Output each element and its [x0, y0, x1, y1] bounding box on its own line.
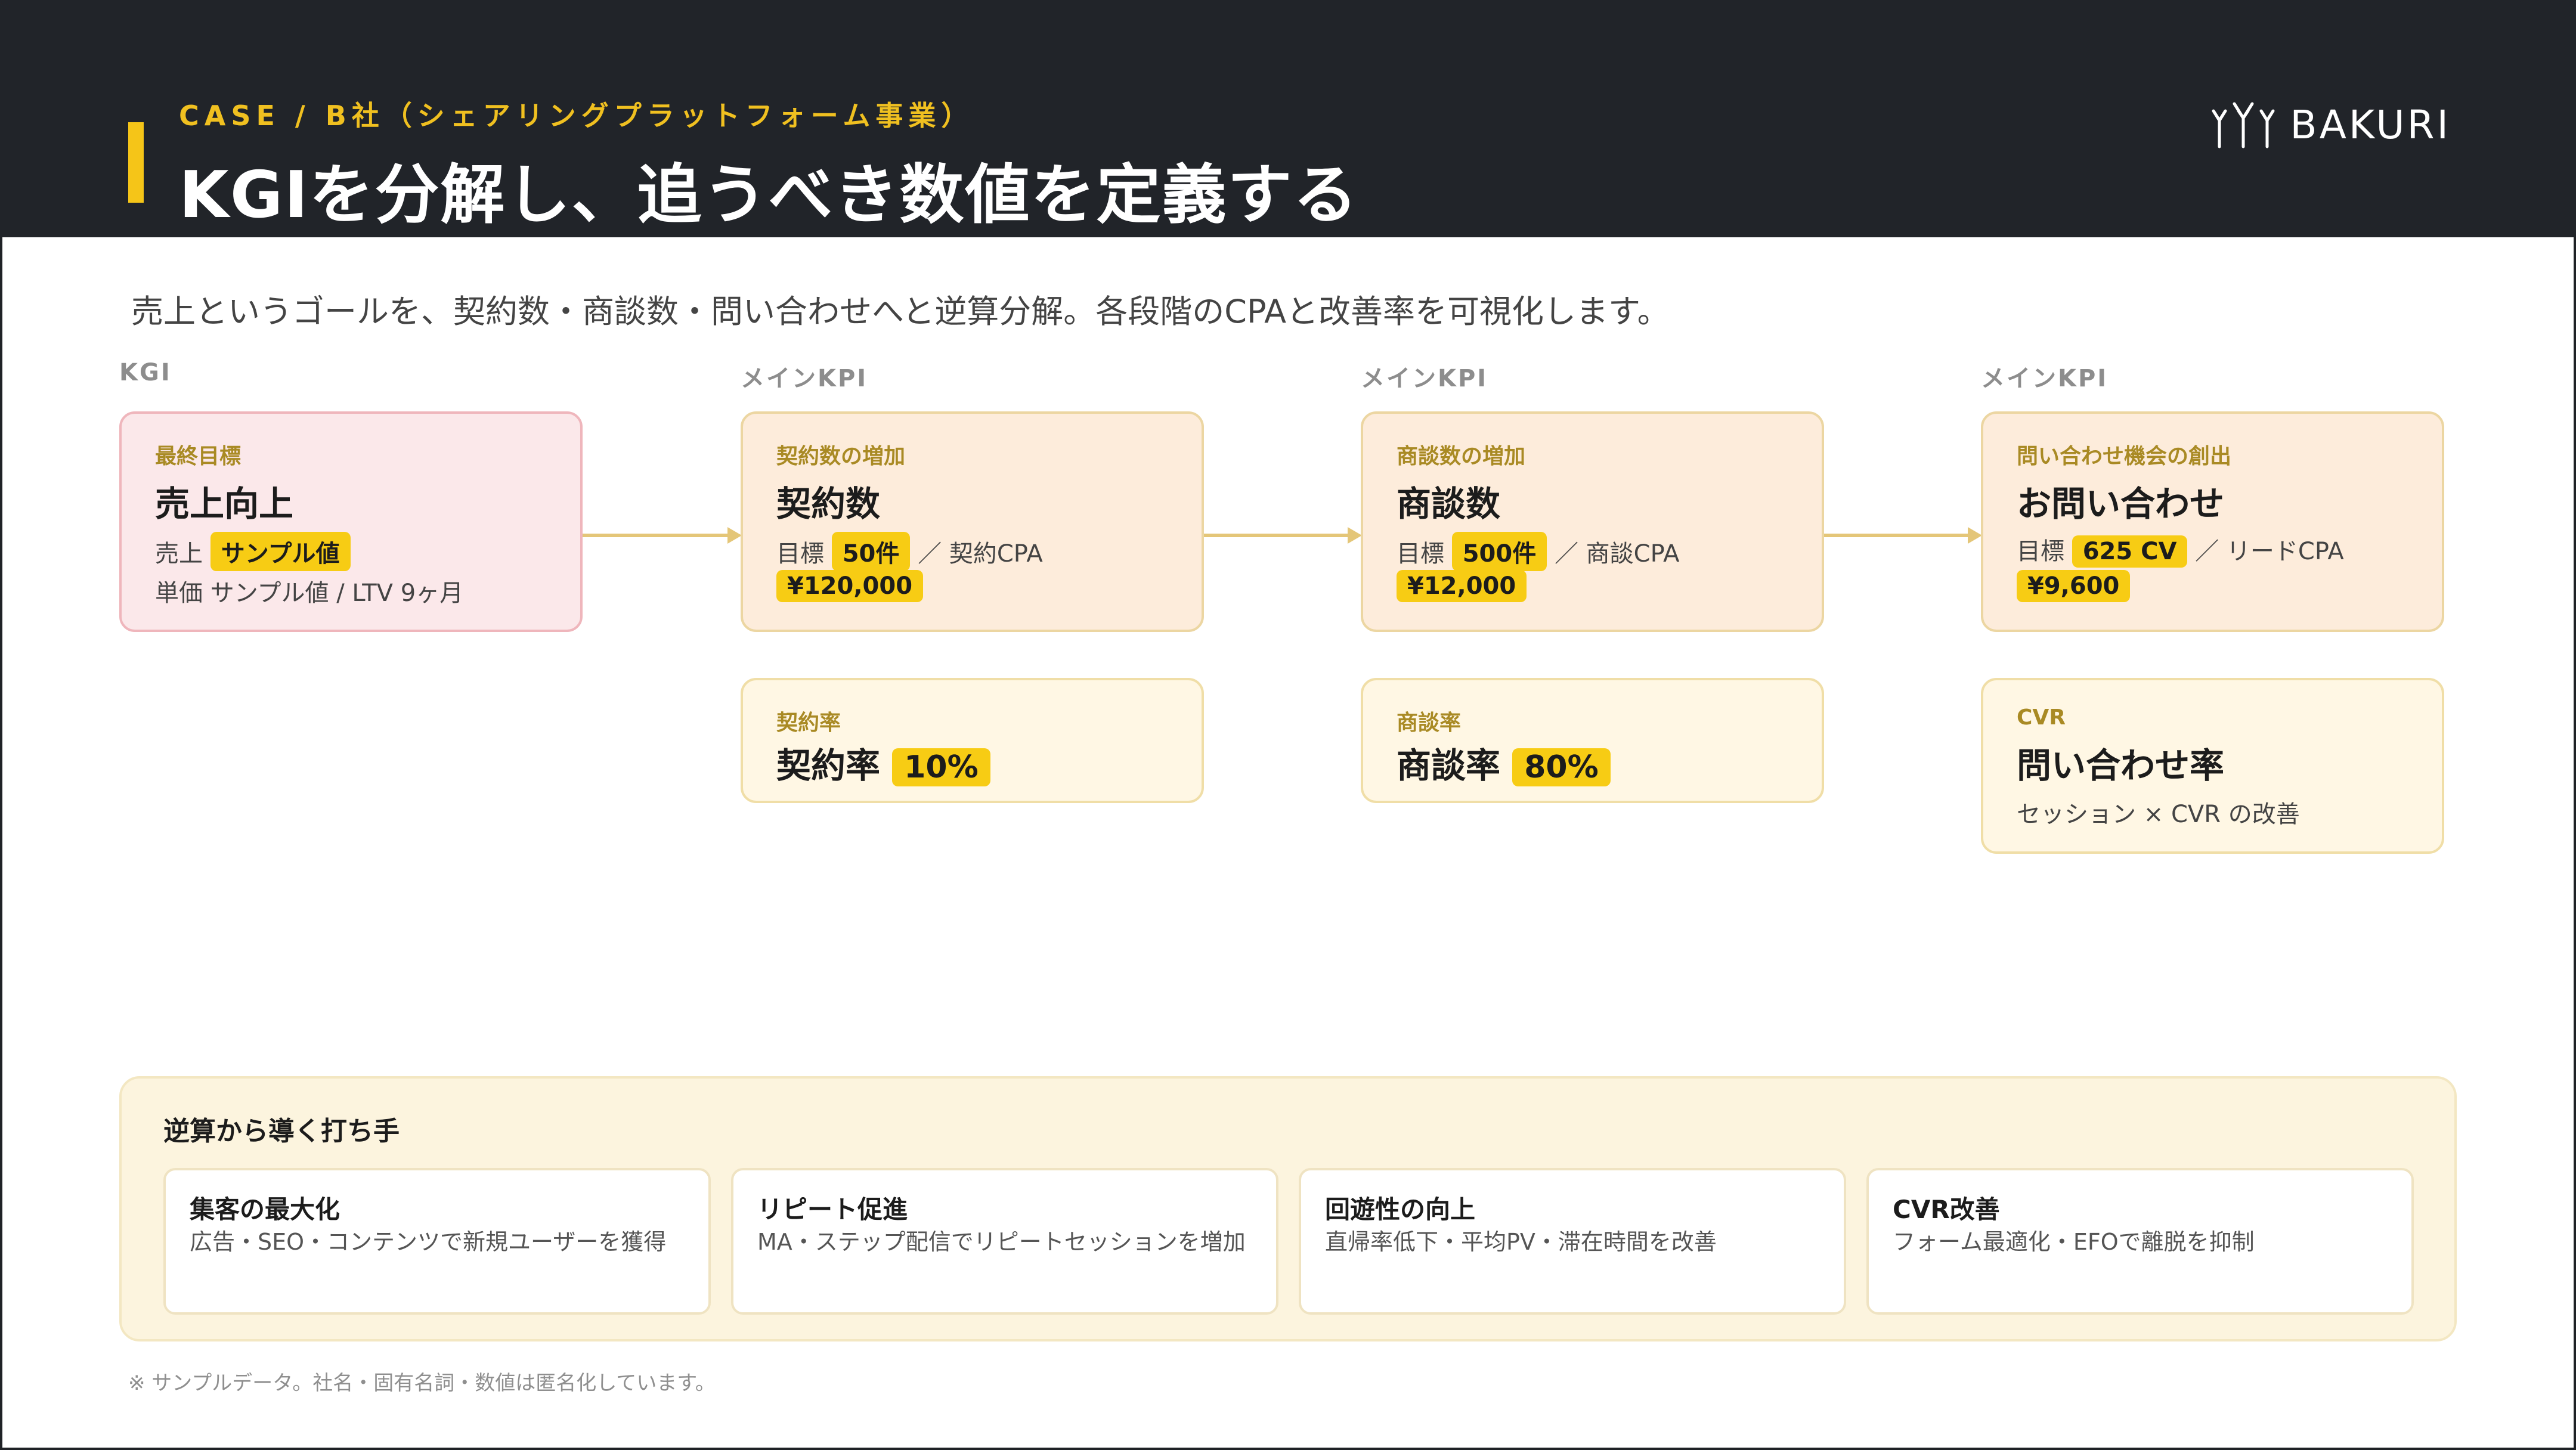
cpa-line: ¥12,000 — [1397, 570, 1527, 602]
tactic-desc: 直帰率低下・平均PV・滞在時間を改善 — [1325, 1229, 1717, 1255]
card-heading: 問い合わせ率 — [2017, 745, 2225, 786]
target-line: 目標 50件 ／ 契約CPA — [776, 532, 1043, 571]
tactic-desc: MA・ステップ配信でリピートセッションを増加 — [757, 1229, 1246, 1255]
tactics-panel: 逆算から導く打ち手 集客の最大化 広告・SEO・コンテンツで新規ユーザーを獲得 … — [119, 1076, 2457, 1341]
kgi-card: 最終目標 売上向上 売上 サンプル値 単価 サンプル値 / LTV 9ヶ月 — [119, 411, 583, 632]
footnote: ※ サンプルデータ。社名・固有名詞・数値は匿名化しています。 — [128, 1371, 716, 1395]
card-heading: 契約数 — [776, 484, 881, 524]
tactic-title: CVR改善 — [1893, 1195, 2000, 1224]
card-eyebrow: 契約率 — [776, 711, 841, 735]
tactic-desc: 広告・SEO・コンテンツで新規ユーザーを獲得 — [190, 1229, 667, 1255]
card-heading: 商談率 — [1397, 745, 1501, 786]
card-heading: 売上向上 — [155, 484, 294, 524]
target-label: 目標 — [776, 540, 824, 568]
target-value-badge: 625 CV — [2072, 535, 2188, 568]
target-value-badge: 50件 — [831, 532, 911, 571]
rate-value-badge: 80% — [1512, 748, 1611, 786]
card-eyebrow: 契約数の増加 — [776, 444, 906, 469]
sales-label: 売上 — [155, 540, 203, 568]
cpa-line: ¥9,600 — [2017, 570, 2131, 602]
target-label: 目標 — [1397, 540, 1444, 568]
inquiry-rate-card: CVR 問い合わせ率 セッション × CVR の改善 — [1981, 678, 2444, 854]
card-heading: 商談数 — [1397, 484, 1501, 524]
inquiry-kpi-card: 問い合わせ機会の創出 お問い合わせ 目標 625 CV ／ リードCPA ¥9,… — [1981, 411, 2444, 632]
meeting-kpi-card: 商談数の増加 商談数 目標 500件 ／ 商談CPA ¥12,000 — [1361, 411, 1824, 632]
cpa-label: ／ 契約CPA — [918, 540, 1043, 568]
sales-line: 売上 サンプル値 — [155, 532, 351, 571]
cpa-value-badge: ¥9,600 — [2017, 570, 2131, 602]
card-eyebrow: CVR — [2017, 705, 2066, 730]
rate-value-badge: 10% — [892, 748, 990, 786]
contract-kpi-card: 契約数の増加 契約数 目標 50件 ／ 契約CPA ¥120,000 — [741, 411, 1204, 632]
contract-rate-card: 契約率 契約率 10% — [741, 678, 1204, 803]
cpa-value-badge: ¥12,000 — [1397, 570, 1527, 602]
card-heading: 契約率 — [776, 745, 881, 786]
card-eyebrow: 商談数の増加 — [1397, 444, 1526, 469]
card-eyebrow: 商談率 — [1397, 711, 1462, 735]
tactics-title: 逆算から導く打ち手 — [163, 1116, 400, 1147]
unit-ltv-line: 単価 サンプル値 / LTV 9ヶ月 — [155, 580, 464, 607]
cpa-label: ／ 商談CPA — [1554, 540, 1680, 568]
target-label: 目標 — [2017, 538, 2064, 565]
target-line: 目標 500件 ／ 商談CPA — [1397, 532, 1680, 571]
card-eyebrow: 問い合わせ機会の創出 — [2017, 444, 2232, 469]
cpa-value-badge: ¥120,000 — [776, 570, 924, 602]
tactic-title: リピート促進 — [757, 1195, 908, 1224]
meeting-rate-card: 商談率 商談率 80% — [1361, 678, 1824, 803]
tactic-title: 回遊性の向上 — [1325, 1195, 1476, 1224]
card-note: セッション × CVR の改善 — [2017, 801, 2300, 828]
tactic-card-cvr: CVR改善 フォーム最適化・EFOで離脱を抑制 — [1866, 1168, 2414, 1315]
sales-value-badge: サンプル値 — [210, 532, 351, 571]
tactic-card-repeat: リピート促進 MA・ステップ配信でリピートセッションを増加 — [731, 1168, 1278, 1315]
card-heading: お問い合わせ — [2017, 484, 2225, 524]
target-value-badge: 500件 — [1451, 532, 1547, 571]
tactic-desc: フォーム最適化・EFOで離脱を抑制 — [1893, 1229, 2255, 1255]
target-line: 目標 625 CV ／ リードCPA — [2017, 532, 2344, 568]
tactic-title: 集客の最大化 — [190, 1195, 340, 1224]
rate-line: 商談率 80% — [1397, 738, 1611, 788]
rate-line: 契約率 10% — [776, 738, 990, 788]
tactic-card-acquisition: 集客の最大化 広告・SEO・コンテンツで新規ユーザーを獲得 — [163, 1168, 711, 1315]
cpa-label: ／ リードCPA — [2195, 538, 2344, 565]
cpa-line: ¥120,000 — [776, 570, 924, 602]
card-eyebrow: 最終目標 — [155, 444, 242, 469]
tactic-card-engagement: 回遊性の向上 直帰率低下・平均PV・滞在時間を改善 — [1299, 1168, 1846, 1315]
